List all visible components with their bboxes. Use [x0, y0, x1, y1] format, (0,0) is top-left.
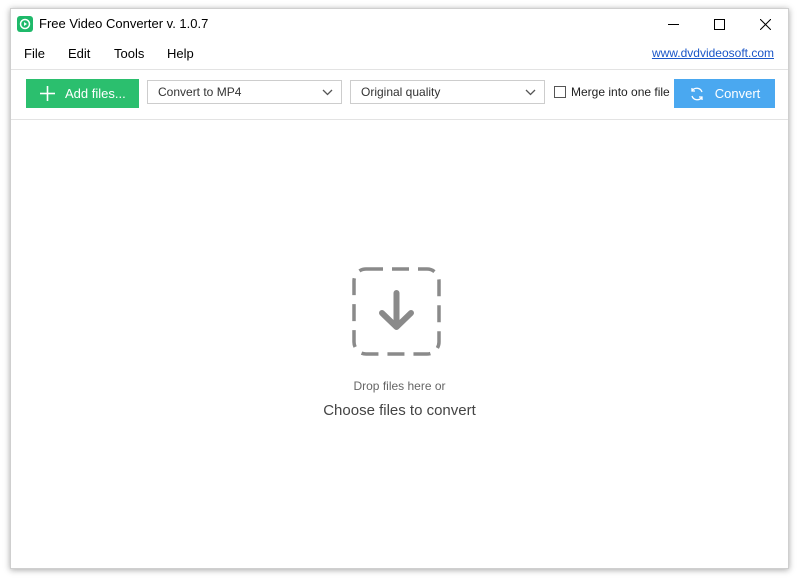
menu-file[interactable]: File	[24, 46, 45, 61]
add-files-button[interactable]: Add files...	[26, 79, 139, 108]
close-button[interactable]	[742, 9, 788, 39]
maximize-icon	[713, 18, 725, 30]
convert-label: Convert	[714, 86, 761, 101]
convert-button[interactable]: Convert	[674, 79, 775, 108]
drop-hint-text: Drop files here or	[353, 379, 446, 393]
choose-files-link[interactable]: Choose files to convert	[11, 402, 788, 419]
add-files-label: Add files...	[65, 86, 126, 101]
plus-icon	[40, 86, 55, 101]
format-select-value: Convert to MP4	[158, 85, 242, 99]
menu-tools[interactable]: Tools	[114, 46, 144, 61]
quality-select[interactable]: Original quality	[350, 80, 545, 104]
title-bar[interactable]: Free Video Converter v. 1.0.7	[11, 9, 788, 39]
website-link[interactable]: www.dvdvideosoft.com	[652, 46, 774, 60]
menu-help[interactable]: Help	[167, 46, 194, 61]
menu-bar: File Edit Tools Help www.dvdvideosoft.co…	[11, 43, 788, 65]
minimize-icon	[667, 23, 679, 25]
toolbar: Add files... Convert to MP4 Original qua…	[11, 70, 788, 120]
close-icon	[759, 18, 771, 30]
maximize-button[interactable]	[696, 9, 742, 39]
app-window: Free Video Converter v. 1.0.7 File Edit …	[10, 8, 789, 569]
merge-label: Merge into one file	[571, 85, 670, 99]
chevron-down-icon	[525, 87, 536, 98]
quality-select-value: Original quality	[361, 85, 441, 99]
minimize-button[interactable]	[650, 9, 696, 39]
merge-checkbox[interactable]	[554, 86, 566, 98]
refresh-icon	[689, 86, 705, 102]
window-title: Free Video Converter v. 1.0.7	[39, 16, 209, 31]
chevron-down-icon	[322, 87, 333, 98]
format-select[interactable]: Convert to MP4	[147, 80, 342, 104]
app-logo-icon	[17, 16, 33, 32]
menu-edit[interactable]: Edit	[68, 46, 90, 61]
merge-option[interactable]: Merge into one file	[554, 85, 670, 99]
download-dropzone-icon	[352, 267, 441, 356]
drop-zone[interactable]: Drop files here or Choose files to conve…	[11, 120, 788, 568]
